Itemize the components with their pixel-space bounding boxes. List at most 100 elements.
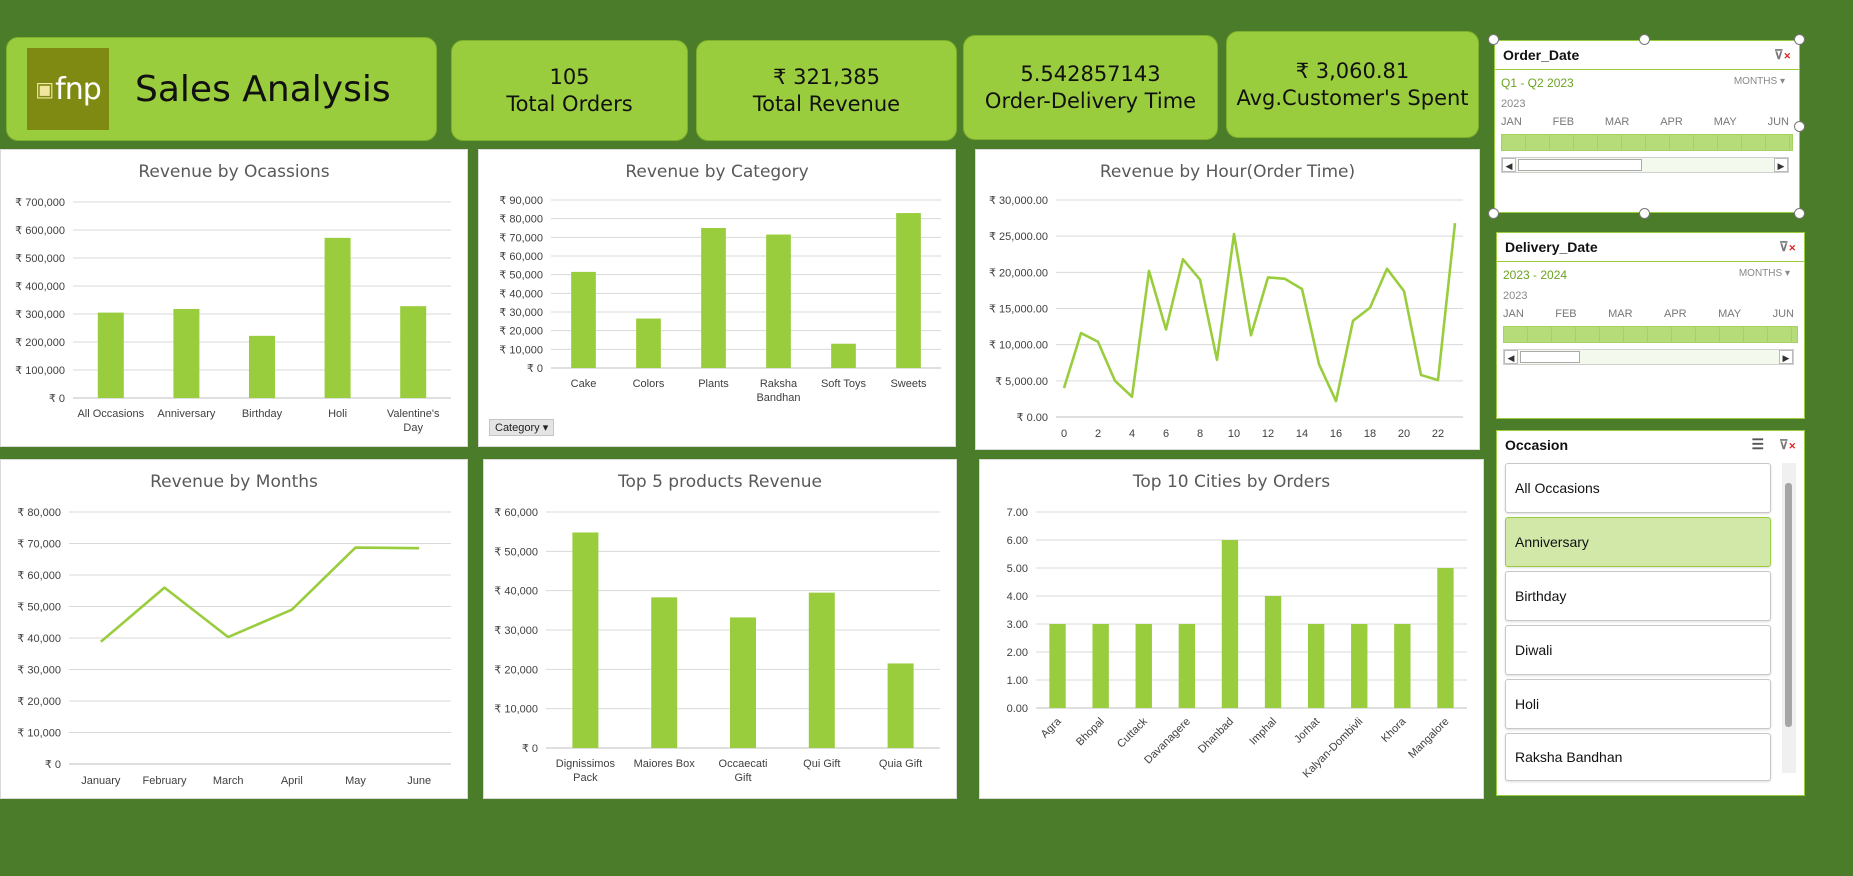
- y-tick-label: ₹ 30,000.00: [989, 195, 1048, 207]
- scroll-right-icon[interactable]: ▶: [1774, 158, 1788, 172]
- y-tick-label: ₹ 30,000: [494, 625, 538, 637]
- kpi-value: ₹ 3,060.81: [1295, 59, 1410, 84]
- x-tick-label: Sweets: [890, 378, 927, 390]
- scroll-left-icon[interactable]: ◀: [1504, 350, 1518, 364]
- timeline-selection-bar[interactable]: [1501, 134, 1793, 151]
- x-tick-label: Day: [403, 422, 423, 434]
- y-tick-label: ₹ 20,000.00: [989, 267, 1048, 279]
- timeline-header: Order_Date ⊽✕: [1495, 41, 1799, 70]
- chart-svg: Revenue by Ocassions ₹ 0 ₹ 100,000 ₹ 200,00…: [15, 162, 451, 434]
- bar: [1394, 624, 1411, 708]
- time-level-dropdown[interactable]: MONTHS ▾: [1739, 268, 1790, 279]
- time-level-dropdown[interactable]: MONTHS ▾: [1734, 76, 1785, 87]
- month-label: MAY: [1713, 116, 1737, 128]
- x-tick-label: Raksha: [760, 378, 798, 390]
- resize-handle[interactable]: [1794, 121, 1805, 132]
- clear-filter-icon[interactable]: ⊽✕: [1779, 239, 1796, 255]
- kpi-total-revenue: ₹ 321,385 Total Revenue: [696, 40, 957, 141]
- y-tick-label: ₹ 25,000.00: [989, 231, 1048, 243]
- x-tick-label: Pack: [573, 772, 598, 784]
- scroll-thumb[interactable]: [1520, 351, 1580, 363]
- scroll-left-icon[interactable]: ◀: [1502, 158, 1516, 172]
- chart-title: Top 5 products Revenue: [617, 472, 822, 492]
- x-tick-label: Valentine's: [387, 408, 440, 420]
- resize-handle[interactable]: [1488, 208, 1499, 219]
- y-tick-label: ₹ 70,000: [499, 232, 543, 244]
- occasion-slicer[interactable]: Occasion ☰ ⊽✕ All Occasions Anniversary …: [1496, 430, 1805, 796]
- slicer-item[interactable]: Holi: [1505, 679, 1771, 729]
- slicer-item-label: Anniversary: [1515, 534, 1589, 550]
- resize-handle[interactable]: [1639, 208, 1650, 219]
- x-tick-label: 14: [1296, 428, 1308, 440]
- bar: [1178, 624, 1196, 708]
- scroll-right-icon[interactable]: ▶: [1779, 350, 1793, 364]
- y-tick-label: ₹ 0.00: [1017, 412, 1048, 424]
- x-tick-label: Cuttack: [1115, 715, 1150, 750]
- y-tick-label: ₹ 10,000: [499, 344, 543, 356]
- clear-filter-icon[interactable]: ⊽✕: [1774, 47, 1791, 63]
- scroll-thumb[interactable]: [1785, 483, 1792, 727]
- multi-select-icon[interactable]: ☰: [1751, 436, 1764, 453]
- resize-handle[interactable]: [1794, 34, 1805, 45]
- chart-svg: Revenue by Months ₹ 0 ₹ 10,000 ₹ 20,000 ₹ 30…: [17, 472, 451, 787]
- x-tick-label: Bandhan: [756, 392, 800, 404]
- slicer-item[interactable]: Diwali: [1505, 625, 1771, 675]
- kpi-value: ₹ 321,385: [773, 65, 880, 90]
- resize-handle[interactable]: [1794, 208, 1805, 219]
- month-label: JAN: [1503, 308, 1524, 320]
- y-tick-label: ₹ 10,000.00: [989, 340, 1048, 352]
- chevron-down-icon: ▾: [1784, 268, 1790, 279]
- chart-title: Top 10 Cities by Orders: [1132, 472, 1330, 492]
- kpi-label: Total Orders: [506, 91, 633, 116]
- timeline-months: JAN FEB MAR APR MAY JUN: [1497, 302, 1804, 320]
- slicer-item-selected[interactable]: Anniversary: [1505, 517, 1771, 567]
- x-tick-label: Jorhat: [1292, 716, 1322, 746]
- slicer-item[interactable]: Birthday: [1505, 571, 1771, 621]
- clear-filter-icon[interactable]: ⊽✕: [1779, 437, 1796, 453]
- slicer-title: Occasion: [1505, 437, 1569, 453]
- slicer-item[interactable]: All Occasions: [1505, 463, 1771, 513]
- resize-handle[interactable]: [1488, 34, 1499, 45]
- y-tick-label: ₹ 10,000: [494, 704, 538, 716]
- x-tick-label: Agra: [1039, 715, 1065, 741]
- chart-svg: Top 10 Cities by Orders 0.00 1.00 2.00 3.00 4…: [1007, 472, 1467, 780]
- series-line: [1062, 223, 1457, 403]
- x-tick-label: Qui Gift: [803, 758, 840, 770]
- title-card: ▣ fnp Sales Analysis: [6, 37, 437, 141]
- x-tick-label: Dignissimos: [556, 758, 616, 770]
- bar: [730, 617, 756, 748]
- slicer-item-label: Diwali: [1515, 642, 1553, 658]
- scroll-thumb[interactable]: [1518, 159, 1642, 171]
- kpi-total-orders: 105 Total Orders: [451, 40, 688, 141]
- chart-revenue-by-hour: Revenue by Hour(Order Time) ₹ 0.00 ₹ 5,000…: [975, 149, 1480, 450]
- x-tick-label: May: [345, 775, 366, 787]
- page-title: Sales Analysis: [135, 68, 391, 110]
- x-tick-label: Quia Gift: [879, 758, 922, 770]
- bar: [831, 343, 856, 368]
- y-tick-label: ₹ 0: [522, 743, 538, 755]
- slicer-scrollbar[interactable]: [1782, 463, 1796, 773]
- y-tick-label: ₹ 50,000: [494, 546, 538, 558]
- y-tick-label: 3.00: [1007, 619, 1028, 631]
- timeline-selection-bar[interactable]: [1503, 326, 1798, 343]
- x-tick-label: Occaecati: [719, 758, 768, 770]
- month-label: JUN: [1772, 308, 1794, 320]
- x-tick-label: 8: [1197, 428, 1203, 440]
- x-tick-label: 2: [1095, 428, 1101, 440]
- slicer-items: All Occasions Anniversary Birthday Diwal…: [1497, 463, 1804, 781]
- category-filter-button[interactable]: Category ▾: [489, 419, 555, 436]
- x-tick-label: 4: [1129, 428, 1135, 440]
- chart-title: Revenue by Category: [625, 162, 808, 182]
- y-tick-label: ₹ 40,000: [494, 586, 538, 598]
- resize-handle[interactable]: [1639, 34, 1650, 45]
- order-date-timeline[interactable]: Order_Date ⊽✕ Q1 - Q2 2023 MONTHS ▾ 2023…: [1494, 40, 1800, 213]
- timeline-scrollbar[interactable]: ◀ ▶: [1503, 349, 1794, 365]
- slicer-item[interactable]: Raksha Bandhan: [1505, 733, 1771, 781]
- timeline-scrollbar[interactable]: ◀ ▶: [1501, 157, 1789, 173]
- bar: [766, 234, 791, 368]
- slicer-header: Occasion ☰ ⊽✕: [1497, 431, 1804, 459]
- x-tick-label: June: [407, 775, 431, 787]
- bar: [651, 597, 678, 748]
- delivery-date-timeline[interactable]: Delivery_Date ⊽✕ 2023 - 2024 MONTHS ▾ 20…: [1496, 232, 1805, 419]
- chart-title: Revenue by Hour(Order Time): [1100, 162, 1355, 182]
